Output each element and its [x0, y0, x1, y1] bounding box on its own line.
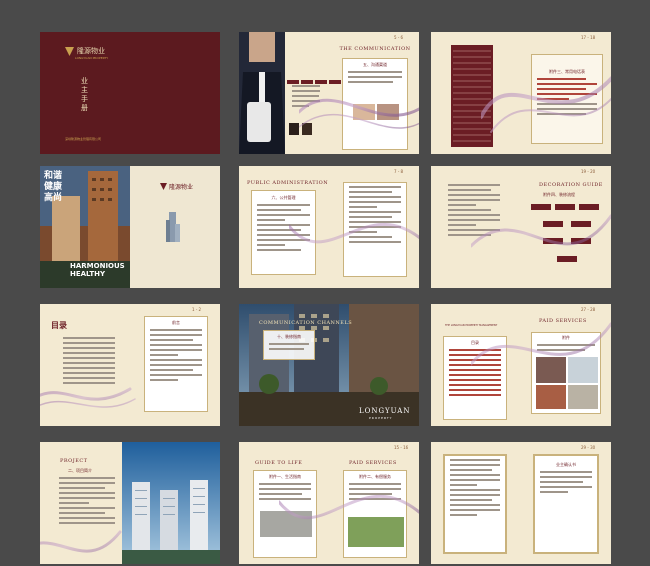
page-number: 15 - 16	[394, 445, 409, 450]
concierge-photo	[239, 32, 285, 154]
decorative-swirl	[40, 387, 136, 408]
cover-title: 业主手册	[81, 77, 88, 112]
logo-mark-icon	[160, 183, 167, 190]
spread-contents: 目录 1 - 2 前言	[40, 304, 220, 426]
overlay-box: 十、装修指南	[263, 330, 315, 360]
decorative-swirl	[299, 98, 419, 129]
spread-phone-table: 17 - 18 附件三、常用电话表	[431, 32, 611, 154]
logo-text: LONGYUAN	[359, 407, 411, 415]
logo-subtext: PROPERTY	[369, 416, 393, 420]
tower-illustration	[166, 212, 180, 242]
text-box	[443, 454, 507, 554]
spread-communication: THE COMMUNICATION 5 - 6 五、沟通渠道	[239, 32, 419, 154]
thumb-photo	[289, 123, 299, 135]
cover-company-line: 深圳隆源物业管理有限公司	[65, 137, 102, 141]
spread-guide-life: GUIDE TO LIFE 15 - 16 附件一、生活指南 PAID SERV…	[239, 442, 419, 564]
brand-name: 隆源物业	[77, 47, 105, 55]
spread-public-admin: PUBLIC ADMINISTRATION 7 - 8 六、公共管理	[239, 166, 419, 288]
decorative-swirl	[471, 214, 611, 248]
slogan-en-1: HARMONIOUS	[70, 262, 125, 270]
spread-project: PROJECT 二、项目简介 3 - 4	[40, 442, 220, 564]
decorative-swirl	[40, 530, 122, 553]
decorative-swirl	[279, 494, 419, 520]
brand-logo: 隆源物业	[65, 46, 105, 56]
brand-logo: 隆源物业	[160, 182, 193, 191]
page-number: 7 - 8	[394, 169, 404, 174]
decorative-swirl	[481, 75, 611, 133]
brand-name-en: LONGYUAN PROPERTY	[75, 56, 109, 60]
spread-harmony: 和谐健康高尚 HARMONIOUS HEALTHY 隆源物业	[40, 166, 220, 288]
slogan-en-2: HEALTHY	[70, 270, 106, 278]
section-title: 十、装修指南	[277, 334, 301, 339]
logo-mark-icon	[65, 46, 74, 56]
page-number: 19 - 20	[581, 169, 596, 174]
brand-name: 隆源物业	[169, 184, 194, 191]
page-number: 1 - 2	[192, 307, 202, 312]
slogan-cn: 和谐健康高尚	[44, 171, 63, 203]
project-heading: PROJECT	[60, 458, 88, 464]
spread-decoration: 19 - 20 DECORATION GUIDE 附件四、装修流程	[431, 166, 611, 288]
spread-cover: 隆源物业 LONGYUAN PROPERTY 业主手册 深圳隆源物业管理有限公司	[40, 32, 220, 154]
spread-confirmation: 29 - 30 业主确认书	[431, 442, 611, 564]
photo-heading: COMMUNICATION CHANNELS	[259, 320, 353, 326]
spread-longyuan-photo: COMMUNICATION CHANNELS 十、装修指南 LONGYUAN P…	[239, 304, 419, 426]
spread-paid-services: 27 - 28 THE LONGYUAN PROPERTY MANAGEMENT…	[431, 304, 611, 426]
page-number: 5 - 6	[394, 35, 404, 40]
page-number: 29 - 30	[581, 445, 596, 450]
decorative-swirl	[289, 223, 419, 244]
confirmation-title: 业主确认书	[556, 462, 576, 467]
decorative-swirl	[471, 322, 611, 366]
confirmation-box: 业主确认书	[533, 454, 599, 554]
